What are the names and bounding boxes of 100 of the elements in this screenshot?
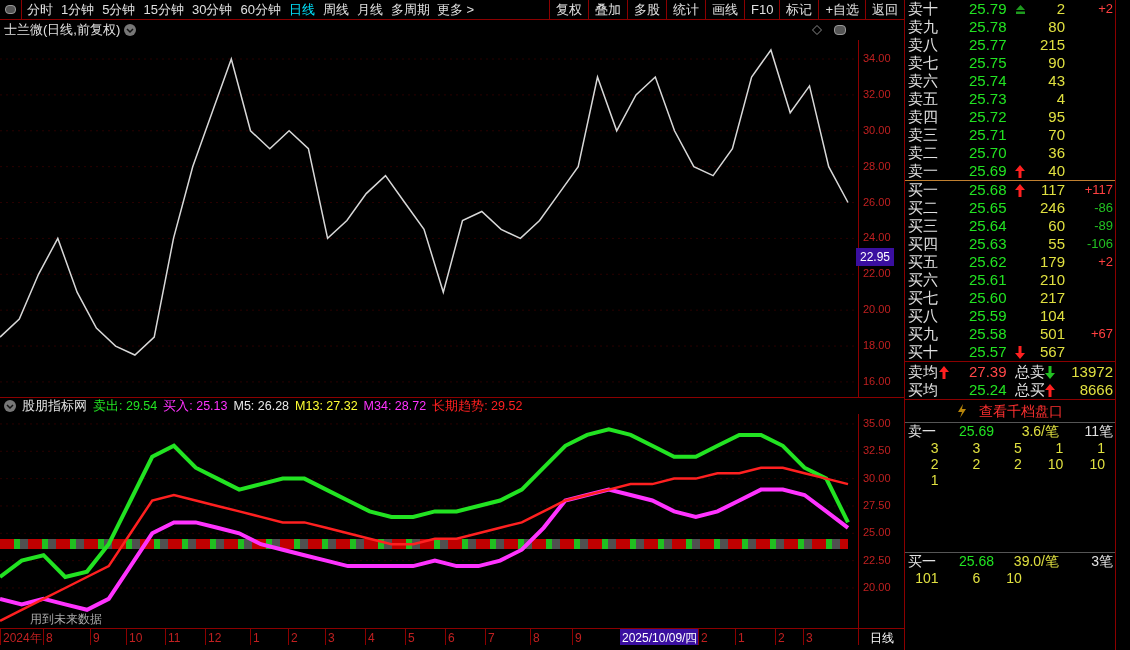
- order-volume: 80: [1047, 16, 1065, 37]
- period-tab[interactable]: 5分钟: [99, 0, 139, 20]
- summary-label: 卖均: [907, 361, 939, 382]
- y-axis-label: 34.00: [863, 53, 891, 64]
- order-price: 25.70: [969, 142, 1008, 163]
- order-size: 1: [1096, 440, 1106, 456]
- indicator-reading: M34: 28.72: [363, 397, 427, 415]
- order-price: 25.58: [969, 323, 1008, 344]
- toolbar-button[interactable]: 统计: [666, 0, 705, 20]
- x-axis-label: 8: [43, 629, 90, 645]
- y-axis-label: 20.00: [863, 581, 891, 593]
- lightning-icon: [957, 404, 967, 418]
- order-size: 10: [1005, 570, 1023, 586]
- toolbar-button[interactable]: 返回: [865, 0, 904, 20]
- order-size: 10: [1088, 456, 1106, 472]
- volume-change: +2: [1097, 253, 1114, 272]
- order-level-label: 买三: [907, 215, 939, 236]
- order-size: 5: [1013, 440, 1023, 456]
- x-axis-label: 3: [325, 629, 365, 645]
- order-volume: 246: [1038, 197, 1065, 218]
- indicator-name: 股朋指标网: [22, 397, 87, 415]
- order-volume: 104: [1038, 305, 1065, 326]
- period-tab[interactable]: 周线: [319, 0, 352, 20]
- toolbar-button[interactable]: 叠加: [588, 0, 627, 20]
- total-volume: 8666: [1078, 379, 1114, 400]
- average-per-order: 3.6/笔: [1020, 422, 1059, 441]
- order-level-label: 卖一: [907, 160, 939, 181]
- depth-price: 25.68: [959, 552, 996, 571]
- depth-level-label: 买一: [907, 552, 937, 571]
- x-axis-label: 1: [250, 629, 288, 645]
- dropdown-icon[interactable]: [124, 24, 137, 36]
- order-price: 25.73: [969, 88, 1008, 109]
- volume-change: -86: [1093, 199, 1114, 218]
- toolbar-button[interactable]: 复权: [549, 0, 588, 20]
- period-tab[interactable]: 30分钟: [188, 0, 236, 20]
- period-label: 日线: [858, 629, 904, 645]
- order-volume: 36: [1047, 142, 1065, 163]
- future-data-note: 用到未来数据: [30, 611, 102, 628]
- order-size: 2: [1013, 456, 1023, 472]
- order-level-label: 卖二: [907, 142, 939, 163]
- volume-change: +2: [1097, 0, 1114, 19]
- order-size: 2: [929, 456, 940, 472]
- order-level-label: 买九: [907, 323, 939, 344]
- order-volume: 217: [1038, 287, 1065, 308]
- period-tab[interactable]: 15分钟: [140, 0, 187, 20]
- period-tab[interactable]: 月线: [353, 0, 386, 20]
- order-level-label: 买四: [907, 233, 939, 254]
- average-price: 27.39: [969, 361, 1008, 382]
- order-price: 25.71: [969, 124, 1008, 145]
- order-price: 25.62: [969, 251, 1008, 272]
- panel-toggle-icon[interactable]: [834, 25, 846, 35]
- depth-price: 25.69: [959, 422, 996, 441]
- period-tab[interactable]: 多周期: [387, 0, 433, 20]
- toolbar-button[interactable]: 画线: [705, 0, 744, 20]
- order-price: 25.59: [969, 305, 1008, 326]
- order-price: 25.74: [969, 70, 1008, 91]
- more-button[interactable]: 更多 >: [432, 0, 479, 20]
- collapse-icon[interactable]: [4, 400, 16, 412]
- toolbar-button[interactable]: F10: [744, 0, 780, 20]
- toolbar-button[interactable]: +自选: [818, 0, 865, 20]
- volume-change: +117: [1083, 181, 1114, 200]
- order-level-label: 买五: [907, 251, 939, 272]
- order-level-label: 卖十: [907, 0, 939, 19]
- summary-label: 买均: [907, 379, 939, 400]
- period-tab[interactable]: 1分钟: [58, 0, 98, 20]
- order-price: 25.61: [969, 269, 1008, 290]
- order-level-label: 买一: [907, 179, 939, 200]
- x-axis-label: 2: [775, 629, 803, 645]
- period-tab[interactable]: 60分钟: [237, 0, 284, 20]
- x-axis-label: 6: [445, 629, 485, 645]
- total-label: 总买: [1015, 379, 1045, 400]
- x-axis-label: 7: [485, 629, 530, 645]
- period-tab[interactable]: 日线: [285, 0, 318, 20]
- order-price: 25.63: [969, 233, 1008, 254]
- y-axis-label: 24.00: [863, 232, 891, 244]
- x-axis-label: 5: [405, 629, 445, 645]
- order-size: 3: [929, 440, 940, 456]
- toolbar-button[interactable]: 标记: [779, 0, 819, 20]
- order-count: 11笔: [1083, 422, 1114, 441]
- x-axis-label: 3: [803, 629, 833, 645]
- order-price: 25.79: [969, 0, 1008, 19]
- order-count: 3笔: [1090, 552, 1114, 571]
- order-price: 25.72: [969, 106, 1008, 127]
- y-axis-label: 16.00: [863, 375, 891, 387]
- chart-title: 士兰微(日线,前复权): [4, 21, 121, 40]
- toolbar-button[interactable]: 多股: [627, 0, 666, 20]
- period-tab[interactable]: 分时: [24, 0, 56, 20]
- order-level-label: 卖八: [907, 34, 939, 55]
- y-axis-label: 30.00: [863, 124, 891, 136]
- order-price: 25.77: [969, 34, 1008, 55]
- order-level-label: 卖七: [907, 52, 939, 73]
- order-level-label: 买十: [907, 341, 939, 362]
- order-depth-button[interactable]: 查看千档盘口: [979, 400, 1063, 422]
- x-axis-label: 2: [288, 629, 325, 645]
- y-axis-label: 22.00: [863, 268, 891, 280]
- average-price: 25.24: [969, 379, 1008, 400]
- y-axis-label: 30.00: [863, 472, 891, 484]
- x-axis-label: 10: [126, 629, 165, 645]
- y-axis-label: 32.00: [863, 88, 891, 100]
- order-level-label: 卖三: [907, 124, 939, 145]
